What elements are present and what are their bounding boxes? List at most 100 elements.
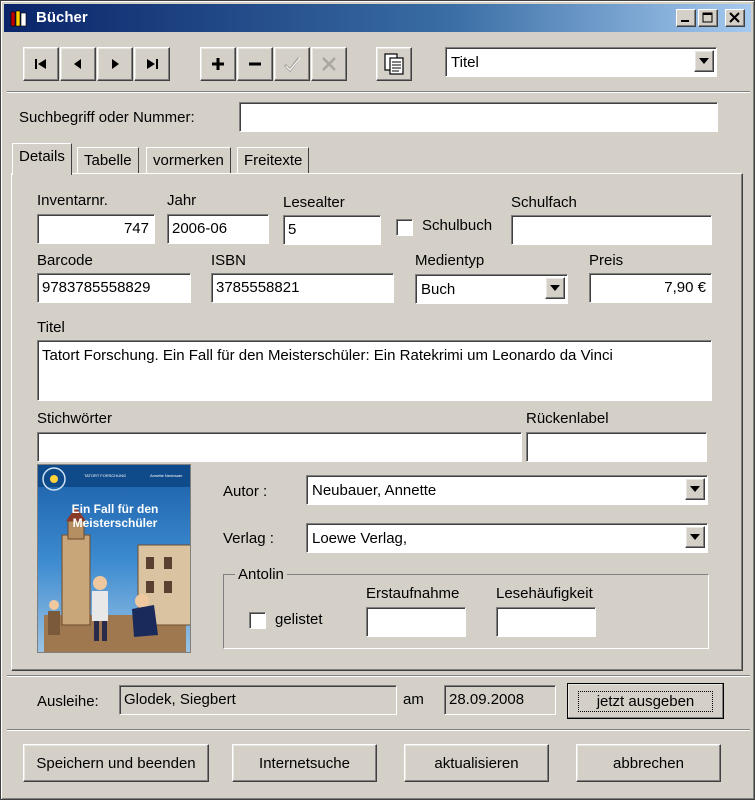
erstaufnahme-label: Erstaufnahme [366, 585, 460, 602]
cover-author: Annette Neubauer [150, 473, 183, 478]
verlag-dropdown-button[interactable] [685, 526, 705, 548]
close-icon [729, 12, 740, 23]
minimize-button[interactable] [676, 9, 696, 27]
loan-divider-top [7, 675, 750, 677]
next-record-icon [112, 59, 119, 69]
internet-search-button-label: Internetsuche [259, 754, 350, 772]
cancel-button[interactable]: abbrechen [576, 744, 721, 782]
autor-select[interactable]: Neubauer, Annette [306, 475, 708, 505]
preis-field[interactable]: 7,90 € [589, 273, 712, 303]
jahr-field[interactable]: 2006-06 [167, 214, 269, 244]
tab-freitexte[interactable]: Freitexte [237, 147, 310, 174]
rueckenlabel-field[interactable] [526, 432, 707, 462]
toolbar-divider [7, 91, 750, 93]
chevron-down-icon [550, 285, 560, 291]
previous-record-icon [74, 59, 81, 69]
confirm-record-button[interactable] [274, 47, 310, 81]
tab-tabelle[interactable]: Tabelle [77, 147, 139, 174]
refresh-button[interactable]: aktualisieren [404, 744, 549, 782]
inventar-field[interactable]: 747 [37, 214, 155, 244]
schulfach-label: Schulfach [511, 194, 577, 211]
verlag-label: Verlag : [223, 530, 274, 547]
barcode-field[interactable]: 9783785558829 [37, 273, 191, 303]
inventar-label: Inventarnr. [37, 192, 108, 209]
lesealter-field[interactable]: 5 [283, 215, 381, 245]
ausleihe-label: Ausleihe: [37, 693, 99, 710]
cover-series: TATORT FORSCHUNG [84, 473, 126, 478]
autor-dropdown-button[interactable] [685, 478, 705, 500]
schulbuch-label: Schulbuch [422, 217, 493, 234]
medientyp-dropdown-button[interactable] [545, 277, 565, 299]
tab-vormerken[interactable]: vormerken [146, 147, 231, 174]
title-bar[interactable]: Bücher [4, 4, 751, 32]
minimize-icon [681, 20, 689, 22]
chevron-down-icon [690, 486, 700, 492]
autor-label: Autor : [223, 483, 268, 500]
maximize-button[interactable] [698, 9, 718, 27]
verlag-select-value: Loewe Verlag, [312, 530, 408, 547]
issue-now-button-label: jetzt ausgeben [577, 690, 714, 712]
first-record-icon [35, 59, 46, 69]
isbn-field[interactable]: 3785558821 [211, 273, 394, 303]
rueckenlabel-label: Rückenlabel [526, 410, 609, 427]
search-input[interactable] [239, 102, 718, 132]
first-record-button[interactable] [23, 47, 59, 81]
search-field-select-value: Titel [451, 54, 479, 71]
cancel-edit-button[interactable] [311, 47, 347, 81]
maximize-icon [702, 12, 713, 23]
save-and-exit-button[interactable]: Speichern und beenden [23, 744, 209, 782]
stichwoerter-field[interactable] [37, 432, 522, 462]
save-and-exit-button-label: Speichern und beenden [36, 754, 196, 772]
autor-select-value: Neubauer, Annette [312, 482, 437, 499]
schulfach-field[interactable] [511, 215, 712, 245]
lesealter-label: Lesealter [283, 194, 345, 211]
borrower-field[interactable]: Glodek, Siegbert [119, 685, 397, 715]
book-cover-illustration: Ein Fall für den Meisterschüler TATORT F… [38, 465, 190, 652]
lesehaeufigkeit-label: Lesehäufigkeit [496, 585, 593, 602]
preis-label: Preis [589, 252, 624, 269]
last-record-icon [147, 59, 158, 69]
titel-label: Titel [37, 319, 65, 336]
barcode-label: Barcode [37, 252, 93, 269]
antolin-group-label: Antolin [235, 566, 287, 583]
refresh-button-label: aktualisieren [434, 754, 519, 772]
jahr-label: Jahr [167, 192, 197, 209]
cover-title-line1: Ein Fall für den [72, 502, 159, 516]
previous-record-button[interactable] [60, 47, 96, 81]
tab-details[interactable]: Details [12, 143, 72, 175]
medientyp-select-value: Buch [421, 281, 456, 298]
verlag-select[interactable]: Loewe Verlag, [306, 523, 708, 553]
chevron-down-icon [699, 58, 709, 64]
loan-divider-bottom [7, 729, 750, 731]
titel-field[interactable]: Tatort Forschung. Ein Fall für den Meist… [37, 340, 712, 401]
erstaufnahme-field[interactable] [366, 607, 466, 637]
last-record-button[interactable] [134, 47, 170, 81]
loan-date-field[interactable]: 28.09.2008 [444, 685, 556, 715]
copy-pages-icon [384, 53, 404, 75]
search-field-dropdown-button[interactable] [694, 50, 714, 72]
next-record-button[interactable] [97, 47, 133, 81]
delete-record-button[interactable] [237, 47, 273, 81]
add-record-button[interactable] [200, 47, 236, 81]
am-label: am [403, 691, 424, 708]
internet-search-button[interactable]: Internetsuche [232, 744, 377, 782]
search-field-select[interactable]: Titel [445, 47, 717, 77]
issue-now-button[interactable]: jetzt ausgeben [567, 683, 724, 719]
checkmark-icon [283, 57, 301, 73]
books-app-icon [10, 10, 27, 27]
cover-title-line2: Meisterschüler [73, 516, 158, 530]
chevron-down-icon [690, 534, 700, 540]
copy-record-button[interactable] [376, 47, 412, 81]
cancel-button-label: abbrechen [613, 754, 684, 772]
window-title: Bücher [36, 9, 88, 26]
stichwoerter-label: Stichwörter [37, 410, 113, 427]
book-cover-image: Ein Fall für den Meisterschüler TATORT F… [37, 464, 191, 653]
close-button[interactable] [725, 9, 745, 27]
gelistet-checkbox[interactable] [249, 612, 266, 629]
medientyp-select[interactable]: Buch [415, 274, 568, 304]
lesehaeufigkeit-field[interactable] [496, 607, 596, 637]
schulbuch-checkbox[interactable] [396, 219, 413, 236]
minus-icon [249, 62, 261, 66]
isbn-label: ISBN [211, 252, 247, 269]
plus-icon [212, 58, 224, 70]
